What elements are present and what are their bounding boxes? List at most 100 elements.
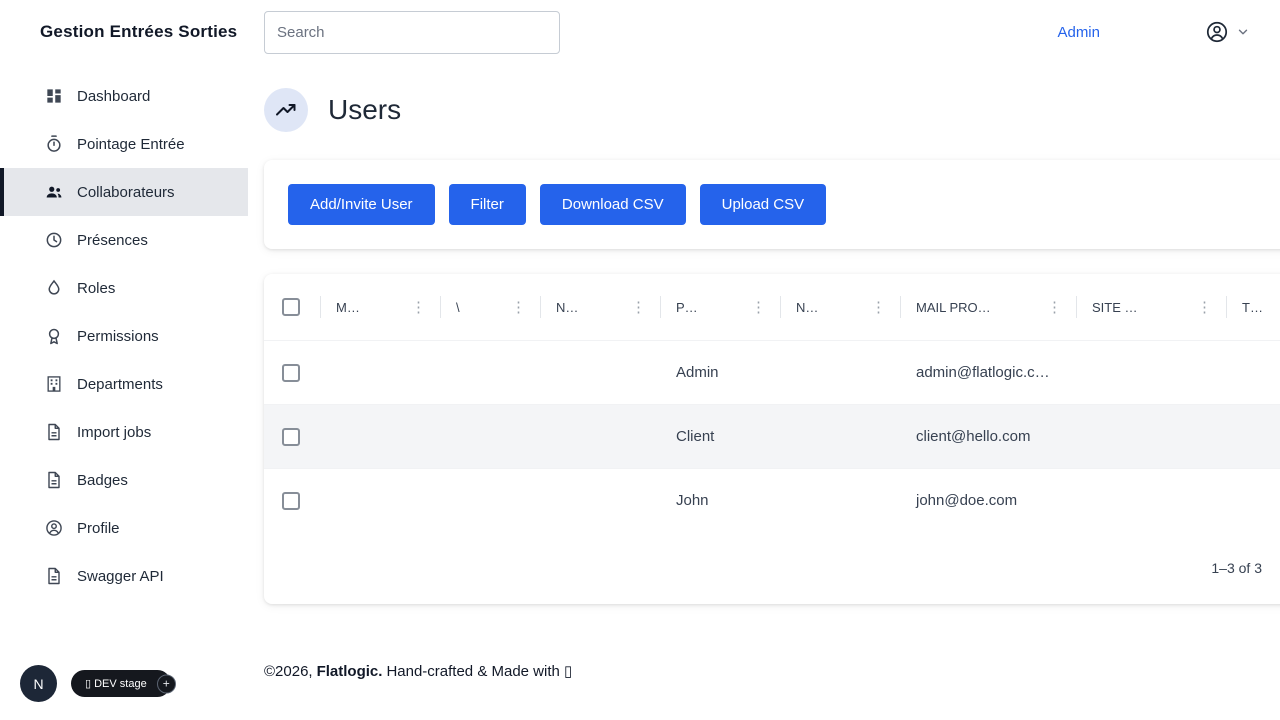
column-label: MAIL PRO… bbox=[916, 300, 991, 315]
sidebar-nav: Dashboard Pointage Entrée Collaborateurs… bbox=[0, 72, 248, 600]
sidebar-item-badges[interactable]: Badges bbox=[0, 456, 248, 504]
column-header: \ ⋮ bbox=[440, 274, 540, 340]
actions-toolbar: Add/Invite User Filter Download CSV Uplo… bbox=[264, 160, 1280, 249]
sidebar-item-dashboard[interactable]: Dashboard bbox=[0, 72, 248, 120]
filter-button[interactable]: Filter bbox=[449, 184, 526, 225]
page-title: Users bbox=[328, 94, 401, 126]
app-title: Gestion Entrées Sorties bbox=[0, 22, 248, 42]
table-row[interactable]: Client client@hello.com bbox=[264, 404, 1280, 468]
sidebar-item-label: Roles bbox=[77, 280, 115, 297]
sidebar-item-presences[interactable]: Présences bbox=[0, 216, 248, 264]
column-menu-icon[interactable]: ⋮ bbox=[1043, 298, 1066, 317]
sidebar-item-label: Import jobs bbox=[77, 424, 151, 441]
app-root: Gestion Entrées Sorties Dashboard Pointa… bbox=[0, 0, 1280, 720]
sidebar-item-label: Badges bbox=[77, 472, 128, 489]
sidebar-item-label: Swagger API bbox=[77, 568, 164, 585]
pagination-range: 1–3 of 3 bbox=[1211, 560, 1262, 576]
column-header: M… ⋮ bbox=[320, 274, 440, 340]
sidebar-footer: N ▯ DEV stage + bbox=[0, 665, 248, 702]
users-table: M… ⋮ \ ⋮ N… ⋮ P… ⋮ N… ⋮ bbox=[264, 274, 1280, 604]
table-body: Admin admin@flatlogic.c… Client client@h bbox=[264, 340, 1280, 532]
topbar-actions: Admin bbox=[1057, 19, 1280, 45]
upload-csv-button[interactable]: Upload CSV bbox=[700, 184, 827, 225]
column-menu-icon[interactable]: ⋮ bbox=[747, 298, 770, 317]
person-circle-icon bbox=[44, 518, 64, 538]
sidebar-item-label: Dashboard bbox=[77, 88, 150, 105]
sidebar: Gestion Entrées Sorties Dashboard Pointa… bbox=[0, 0, 248, 720]
row-checkbox[interactable] bbox=[282, 492, 300, 510]
admin-link[interactable]: Admin bbox=[1057, 24, 1100, 41]
row-select-cell bbox=[264, 341, 320, 404]
clock-icon bbox=[44, 230, 64, 250]
badge-icon bbox=[44, 326, 64, 346]
account-menu-button[interactable] bbox=[1204, 19, 1250, 45]
cell-email: client@hello.com bbox=[900, 405, 1076, 468]
sidebar-item-permissions[interactable]: Permissions bbox=[0, 312, 248, 360]
user-avatar[interactable]: N bbox=[20, 665, 57, 702]
column-header: N… ⋮ bbox=[780, 274, 900, 340]
sidebar-item-label: Présences bbox=[77, 232, 148, 249]
cell-name: Admin bbox=[660, 341, 780, 404]
column-menu-icon[interactable]: ⋮ bbox=[627, 298, 650, 317]
account-circle-icon bbox=[1204, 19, 1230, 45]
select-all-cell bbox=[264, 274, 320, 340]
sidebar-item-label: Profile bbox=[77, 520, 120, 537]
chevron-down-icon bbox=[1236, 25, 1250, 39]
footer-brand: Flatlogic. bbox=[317, 663, 383, 680]
file-icon bbox=[44, 566, 64, 586]
column-header: MAIL PRO… ⋮ bbox=[900, 274, 1076, 340]
column-menu-icon[interactable]: ⋮ bbox=[407, 298, 430, 317]
download-csv-button[interactable]: Download CSV bbox=[540, 184, 686, 225]
column-label: P… bbox=[676, 300, 698, 315]
table-row[interactable]: John john@doe.com bbox=[264, 468, 1280, 532]
column-label: T… bbox=[1242, 300, 1263, 315]
column-menu-icon[interactable]: ⋮ bbox=[507, 298, 530, 317]
cell-name: John bbox=[660, 469, 780, 532]
main-content: Admin Users Add/Invite User Filt bbox=[248, 0, 1280, 720]
column-label: N… bbox=[796, 300, 818, 315]
row-checkbox[interactable] bbox=[282, 428, 300, 446]
people-icon bbox=[44, 182, 64, 202]
dev-stage-label: ▯ DEV stage bbox=[85, 677, 147, 690]
search-input[interactable] bbox=[264, 11, 560, 54]
column-menu-icon[interactable]: ⋮ bbox=[1193, 298, 1216, 317]
column-header: N… ⋮ bbox=[540, 274, 660, 340]
page-header: Users bbox=[264, 88, 1280, 132]
drop-icon bbox=[44, 278, 64, 298]
sidebar-item-label: Collaborateurs bbox=[77, 184, 175, 201]
row-select-cell bbox=[264, 405, 320, 468]
sidebar-item-import-jobs[interactable]: Import jobs bbox=[0, 408, 248, 456]
column-label: SITE … bbox=[1092, 300, 1138, 315]
footer: ©2026,Flatlogic.Hand-crafted & Made with… bbox=[264, 660, 1280, 682]
dev-stage-badge: ▯ DEV stage + bbox=[71, 670, 171, 697]
column-header: SITE … ⋮ bbox=[1076, 274, 1226, 340]
footer-text: ©2026,Flatlogic.Hand-crafted & Made with… bbox=[264, 662, 576, 680]
sidebar-item-swagger-api[interactable]: Swagger API bbox=[0, 552, 248, 600]
column-menu-icon[interactable]: ⋮ bbox=[867, 298, 890, 317]
table-row[interactable]: Admin admin@flatlogic.c… bbox=[264, 340, 1280, 404]
sidebar-item-roles[interactable]: Roles bbox=[0, 264, 248, 312]
building-icon bbox=[44, 374, 64, 394]
column-label: N… bbox=[556, 300, 578, 315]
trending-up-icon bbox=[264, 88, 308, 132]
row-checkbox[interactable] bbox=[282, 364, 300, 382]
dashboard-icon bbox=[44, 86, 64, 106]
add-invite-user-button[interactable]: Add/Invite User bbox=[288, 184, 435, 225]
file-icon bbox=[44, 422, 64, 442]
timer-icon bbox=[44, 134, 64, 154]
column-header: T… ⋮ bbox=[1226, 274, 1280, 340]
row-select-cell bbox=[264, 469, 320, 532]
select-all-checkbox[interactable] bbox=[282, 298, 300, 316]
sidebar-item-departments[interactable]: Departments bbox=[0, 360, 248, 408]
sidebar-item-pointage-entree[interactable]: Pointage Entrée bbox=[0, 120, 248, 168]
sidebar-item-collaborateurs[interactable]: Collaborateurs bbox=[0, 168, 248, 216]
footer-tagline: Hand-crafted & Made with ▯ bbox=[386, 663, 572, 680]
file-icon bbox=[44, 470, 64, 490]
cell-email: john@doe.com bbox=[900, 469, 1076, 532]
cell-email: admin@flatlogic.c… bbox=[900, 341, 1076, 404]
table-header-row: M… ⋮ \ ⋮ N… ⋮ P… ⋮ N… ⋮ bbox=[264, 274, 1280, 340]
cell-name: Client bbox=[660, 405, 780, 468]
column-label: M… bbox=[336, 300, 360, 315]
sidebar-item-profile[interactable]: Profile bbox=[0, 504, 248, 552]
stage-plus-button[interactable]: + bbox=[157, 674, 176, 693]
